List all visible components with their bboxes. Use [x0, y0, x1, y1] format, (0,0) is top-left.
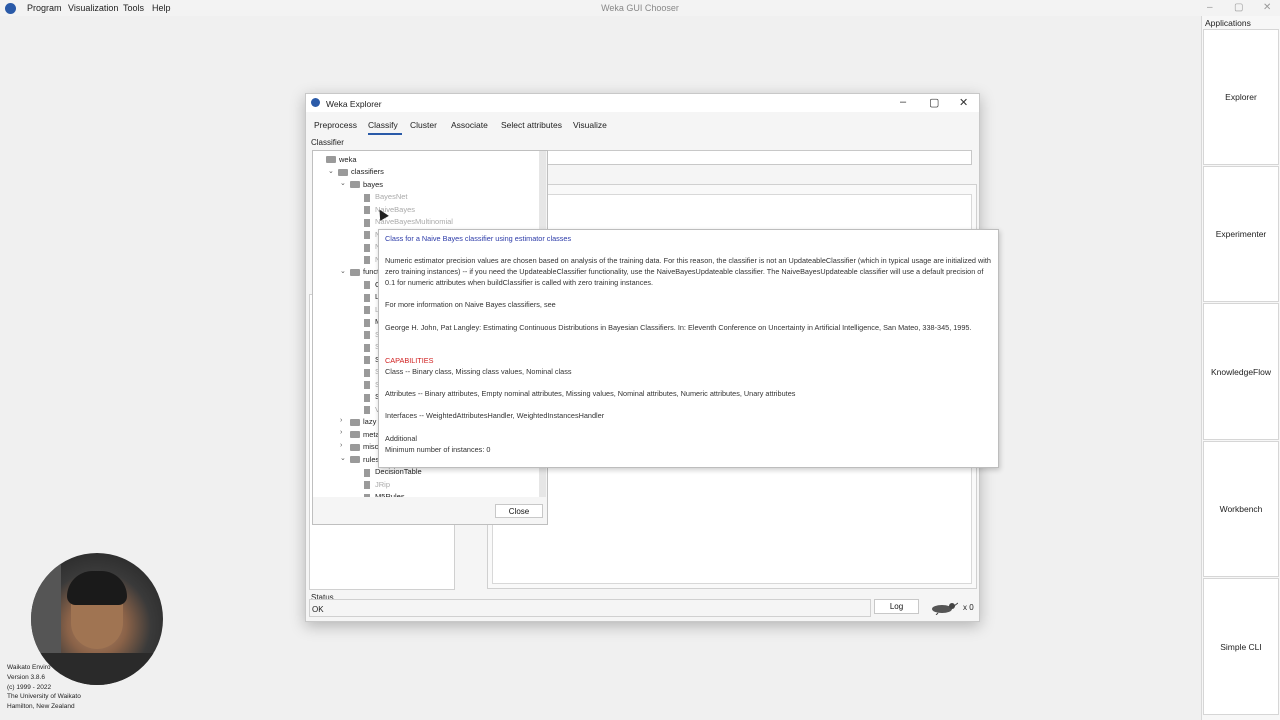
- folder-icon: [338, 168, 348, 176]
- classifier-icon: [364, 206, 370, 214]
- tab-visualize[interactable]: Visualize: [573, 120, 607, 130]
- info-line: Hamilton, New Zealand: [7, 703, 75, 710]
- tooltip-capabilities-title: CAPABILITIES: [385, 356, 434, 365]
- tree-node-label[interactable]: bayes: [363, 180, 383, 189]
- tree-node-label[interactable]: classifiers: [351, 167, 384, 176]
- folder-icon: [350, 418, 360, 426]
- classifier-icon: [364, 293, 370, 302]
- status-bar: [309, 599, 871, 617]
- classifier-icon: [364, 381, 370, 389]
- log-button[interactable]: Log: [874, 599, 919, 614]
- tooltip-heading: Class for a Naive Bayes classifier using…: [385, 234, 572, 243]
- simple-cli-button[interactable]: Simple CLI: [1203, 578, 1279, 715]
- classifier-icon: [364, 468, 370, 477]
- classifier-icon: [364, 393, 370, 402]
- folder-icon: [350, 443, 360, 451]
- knowledgeflow-button[interactable]: KnowledgeFlow: [1203, 303, 1279, 440]
- tree-node-label[interactable]: misc: [363, 442, 378, 451]
- chooser-window-title: Weka GUI Chooser: [601, 3, 679, 13]
- tab-preprocess[interactable]: Preprocess: [314, 120, 357, 130]
- applications-title: Applications: [1205, 18, 1251, 28]
- folder-icon: [350, 181, 360, 188]
- weka-logo-icon: [311, 98, 320, 107]
- tree-node-label[interactable]: DecisionTable: [375, 467, 422, 476]
- classifier-icon: [364, 231, 370, 239]
- workbench-button[interactable]: Workbench: [1203, 441, 1279, 577]
- classifier-icon: [364, 493, 370, 497]
- classifier-icon: [364, 256, 370, 264]
- tree-node-label[interactable]: BayesNet: [375, 192, 408, 201]
- tree-toggle-icon[interactable]: ›: [340, 429, 342, 436]
- tooltip-additional-title: Additional: [385, 434, 418, 443]
- classifier-icon: [364, 331, 370, 339]
- tooltip-citation: George H. John, Pat Langley: Estimating …: [385, 323, 972, 332]
- classifier-icon: [364, 406, 370, 414]
- tab-cluster[interactable]: Cluster: [410, 120, 437, 130]
- classifier-icon: [364, 281, 370, 289]
- tooltip-attributes-line: Attributes -- Binary attributes, Empty n…: [385, 389, 796, 398]
- webcam-overlay: [31, 553, 163, 685]
- experimenter-button[interactable]: Experimenter: [1203, 166, 1279, 302]
- classifier-icon: [364, 481, 370, 489]
- task-count: x 0: [963, 603, 974, 612]
- tree-node-label[interactable]: JRip: [375, 480, 390, 489]
- tree-node-label[interactable]: NaiveBayesMultinomial: [375, 217, 453, 226]
- tree-toggle-icon[interactable]: ⌄: [328, 167, 334, 175]
- classifier-icon: [364, 343, 370, 352]
- folder-icon: [350, 268, 360, 276]
- minimize-icon[interactable]: –: [900, 96, 906, 108]
- close-icon[interactable]: ✕: [959, 96, 968, 109]
- tree-toggle-icon[interactable]: ⌄: [340, 267, 346, 275]
- classifier-icon: [364, 218, 370, 227]
- explorer-title: Weka Explorer: [326, 99, 382, 109]
- info-line: The University of Waikato: [7, 693, 81, 700]
- status-text: OK: [312, 605, 324, 614]
- classifier-tooltip: Class for a Naive Bayes classifier using…: [378, 229, 999, 468]
- tree-node-label[interactable]: weka: [339, 155, 357, 164]
- tree-toggle-icon[interactable]: ›: [340, 442, 342, 449]
- tree-toggle-icon[interactable]: ›: [340, 417, 342, 424]
- tooltip-more-info: For more information on Naive Bayes clas…: [385, 300, 556, 309]
- chooser-close-icon[interactable]: ✕: [1263, 2, 1271, 13]
- tab-select-attributes[interactable]: Select attributes: [501, 120, 562, 130]
- tree-node-label[interactable]: rules: [363, 455, 379, 464]
- tree-node-label[interactable]: lazy: [363, 417, 376, 426]
- tab-classify[interactable]: Classify: [368, 120, 398, 130]
- classifier-icon: [364, 306, 370, 314]
- info-line: (c) 1999 - 2022: [7, 684, 52, 691]
- tooltip-interfaces-line: Interfaces -- WeightedAttributesHandler,…: [385, 411, 605, 420]
- tooltip-class-line: Class -- Binary class, Missing class val…: [385, 367, 572, 376]
- chooser-minimize-icon[interactable]: –: [1207, 2, 1213, 13]
- tooltip-min-instances: Minimum number of instances: 0: [385, 445, 491, 454]
- tree-toggle-icon[interactable]: ⌄: [340, 454, 346, 462]
- folder-icon: [326, 156, 336, 163]
- folder-icon: [350, 456, 360, 463]
- classifier-icon: [364, 318, 370, 327]
- maximize-icon[interactable]: ▢: [929, 96, 939, 109]
- classifier-icon: [364, 356, 370, 364]
- tree-node-label[interactable]: M5Rules: [375, 492, 405, 497]
- classifier-field[interactable]: [544, 150, 972, 165]
- explorer-titlebar[interactable]: [306, 94, 979, 112]
- classifier-icon: [364, 243, 370, 252]
- classifier-icon: [364, 368, 370, 377]
- classifier-icon: [364, 193, 370, 202]
- chooser-maximize-icon[interactable]: ▢: [1234, 2, 1243, 13]
- active-tab-indicator: [368, 133, 402, 135]
- tooltip-description: Numeric estimator precision values are c…: [385, 256, 991, 287]
- tab-associate[interactable]: Associate: [451, 120, 488, 130]
- classifier-label: Classifier: [311, 138, 344, 147]
- tree-toggle-icon[interactable]: ⌄: [340, 179, 346, 187]
- weka-bird-icon[interactable]: [928, 601, 958, 615]
- close-button[interactable]: Close: [495, 504, 543, 518]
- folder-icon: [350, 431, 360, 438]
- explorer-button[interactable]: Explorer: [1203, 29, 1279, 165]
